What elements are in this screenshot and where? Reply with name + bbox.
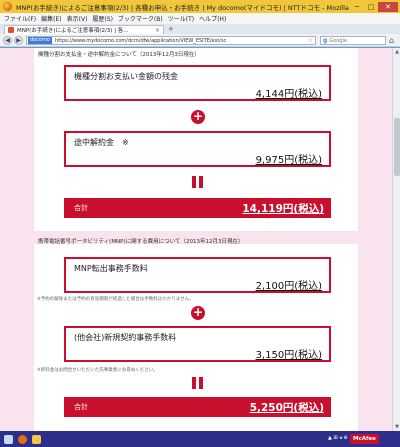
folder-icon[interactable] bbox=[32, 435, 41, 444]
total-value: 14,119円(税込) bbox=[242, 203, 324, 215]
firefox-taskbar-icon[interactable] bbox=[18, 435, 27, 444]
total-box: 合計 5,250円(税込) bbox=[64, 397, 331, 417]
navigation-bar: ◀ ▶ docomo https://www.mydocomo.com/dcm/… bbox=[0, 34, 400, 47]
mnp-fee-value: 2,100円(税込) bbox=[255, 281, 322, 292]
installment-value: 4,144円(税込) bbox=[255, 89, 322, 100]
equals-icon bbox=[191, 176, 205, 188]
new-contract-value: 3,150円(税込) bbox=[255, 350, 322, 361]
cancellation-value: 9,975円(税込) bbox=[255, 155, 322, 166]
mnp-section: 携帯電話番号ポータビリティ(MNP)に関する費用について（2013年12月3日現… bbox=[34, 239, 358, 431]
section-title: 携帯電話番号ポータビリティ(MNP)に関する費用について（2013年12月3日現… bbox=[38, 239, 244, 245]
contract-note: ※新料金はお問合せいただいた先事業者にお尋ねください。 bbox=[37, 368, 158, 373]
total-label: 合計 bbox=[74, 204, 88, 212]
tab-current[interactable]: MNP(お手続き)によるご注意事項(2/3) | 各... × bbox=[4, 25, 164, 34]
mcafee-badge[interactable]: McAfee bbox=[350, 434, 379, 444]
google-icon[interactable]: g bbox=[323, 37, 327, 44]
scroll-thumb[interactable] bbox=[394, 118, 400, 176]
new-contract-label: (他会社)新規契約事務手数料 bbox=[74, 333, 177, 342]
firefox-icon bbox=[3, 2, 12, 11]
scroll-down-icon[interactable]: ▼ bbox=[393, 423, 400, 431]
cancellation-label: 途中解約金 ※ bbox=[74, 138, 129, 147]
docomo-favicon-icon bbox=[8, 27, 14, 33]
address-bar[interactable]: docomo https://www.mydocomo.com/dcm/dfw/… bbox=[26, 36, 316, 45]
menu-edit[interactable]: 編集(E) bbox=[41, 14, 61, 23]
maximize-button[interactable]: □ bbox=[364, 2, 378, 12]
mnp-fee-box: MNP転出事務手数料 2,100円(税込) bbox=[64, 257, 331, 293]
equals-icon bbox=[191, 377, 205, 389]
total-value: 5,250円(税込) bbox=[249, 402, 324, 414]
total-label: 合計 bbox=[74, 403, 88, 411]
start-icon[interactable] bbox=[4, 435, 13, 444]
menu-bookmarks[interactable]: ブックマーク(B) bbox=[118, 14, 163, 23]
vertical-scrollbar[interactable]: ▲ ▼ bbox=[392, 48, 400, 431]
tab-label: MNP(お手続き)によるご注意事項(2/3) | 各... bbox=[17, 28, 129, 34]
new-tab-button[interactable]: + bbox=[168, 25, 174, 33]
window-title-bar: MNP(お手続き)によるご注意事項(2/3) | 各種お申込・お手続き | My… bbox=[0, 0, 400, 13]
menu-file[interactable]: ファイル(F) bbox=[4, 14, 36, 23]
total-box: 合計 14,119円(税込) bbox=[64, 198, 331, 218]
installment-label: 機種分割お支払い金額の残金 bbox=[74, 72, 178, 81]
section-title: 機種分割お支払金・途中解約金について（2013年12月3日現在） bbox=[38, 52, 200, 58]
menu-view[interactable]: 表示(V) bbox=[67, 14, 88, 23]
tab-bar: MNP(お手続き)によるご注意事項(2/3) | 各... × + bbox=[0, 24, 400, 34]
forward-button[interactable]: ▶ bbox=[14, 36, 23, 45]
minimize-button[interactable]: ─ bbox=[350, 2, 364, 12]
new-contract-box: (他会社)新規契約事務手数料 3,150円(税込) bbox=[64, 326, 331, 362]
menu-tools[interactable]: ツール(T) bbox=[168, 14, 194, 23]
menu-help[interactable]: ヘルプ(H) bbox=[199, 14, 226, 23]
menu-history[interactable]: 履歴(S) bbox=[92, 14, 113, 23]
installment-section: 機種分割お支払金・途中解約金について（2013年12月3日現在） 機種分割お支払… bbox=[34, 48, 358, 231]
taskbar: ▲ ⊞ ◂ ⊕ McAfee bbox=[0, 431, 400, 447]
plus-icon: + bbox=[191, 109, 205, 124]
installment-box: 機種分割お支払い金額の残金 4,144円(税込) bbox=[64, 65, 331, 101]
search-box[interactable]: g bbox=[320, 36, 386, 45]
home-icon[interactable]: ⌂ bbox=[389, 36, 394, 45]
scroll-up-icon[interactable]: ▲ bbox=[393, 48, 400, 56]
back-button[interactable]: ◀ bbox=[3, 36, 12, 45]
search-input[interactable] bbox=[329, 37, 378, 44]
plus-icon: + bbox=[191, 305, 205, 320]
cancellation-box: 途中解約金 ※ 9,975円(税込) bbox=[64, 131, 331, 167]
system-tray[interactable]: ▲ ⊞ ◂ ⊕ bbox=[328, 435, 348, 441]
url-text[interactable]: https://www.mydocomo.com/dcm/dfw/applica… bbox=[55, 38, 308, 44]
page-content: 機種分割お支払金・途中解約金について（2013年12月3日現在） 機種分割お支払… bbox=[0, 48, 392, 431]
bookmark-star-icon[interactable]: ☆ bbox=[308, 37, 313, 44]
site-identity-badge[interactable]: docomo bbox=[28, 37, 52, 44]
mnp-fee-label: MNP転出事務手数料 bbox=[74, 264, 148, 273]
menu-bar: ファイル(F) 編集(E) 表示(V) 履歴(S) ブックマーク(B) ツール(… bbox=[0, 13, 400, 24]
mnp-note: ※予約の解除または予約の有効期限が経過した場合は手数料はかかりません。 bbox=[37, 297, 194, 302]
close-button[interactable]: ✕ bbox=[378, 1, 398, 12]
tab-close-icon[interactable]: × bbox=[155, 27, 160, 34]
window-title: MNP(お手続き)によるご注意事項(2/3) | 各種お申込・お手続き | My… bbox=[16, 3, 350, 12]
